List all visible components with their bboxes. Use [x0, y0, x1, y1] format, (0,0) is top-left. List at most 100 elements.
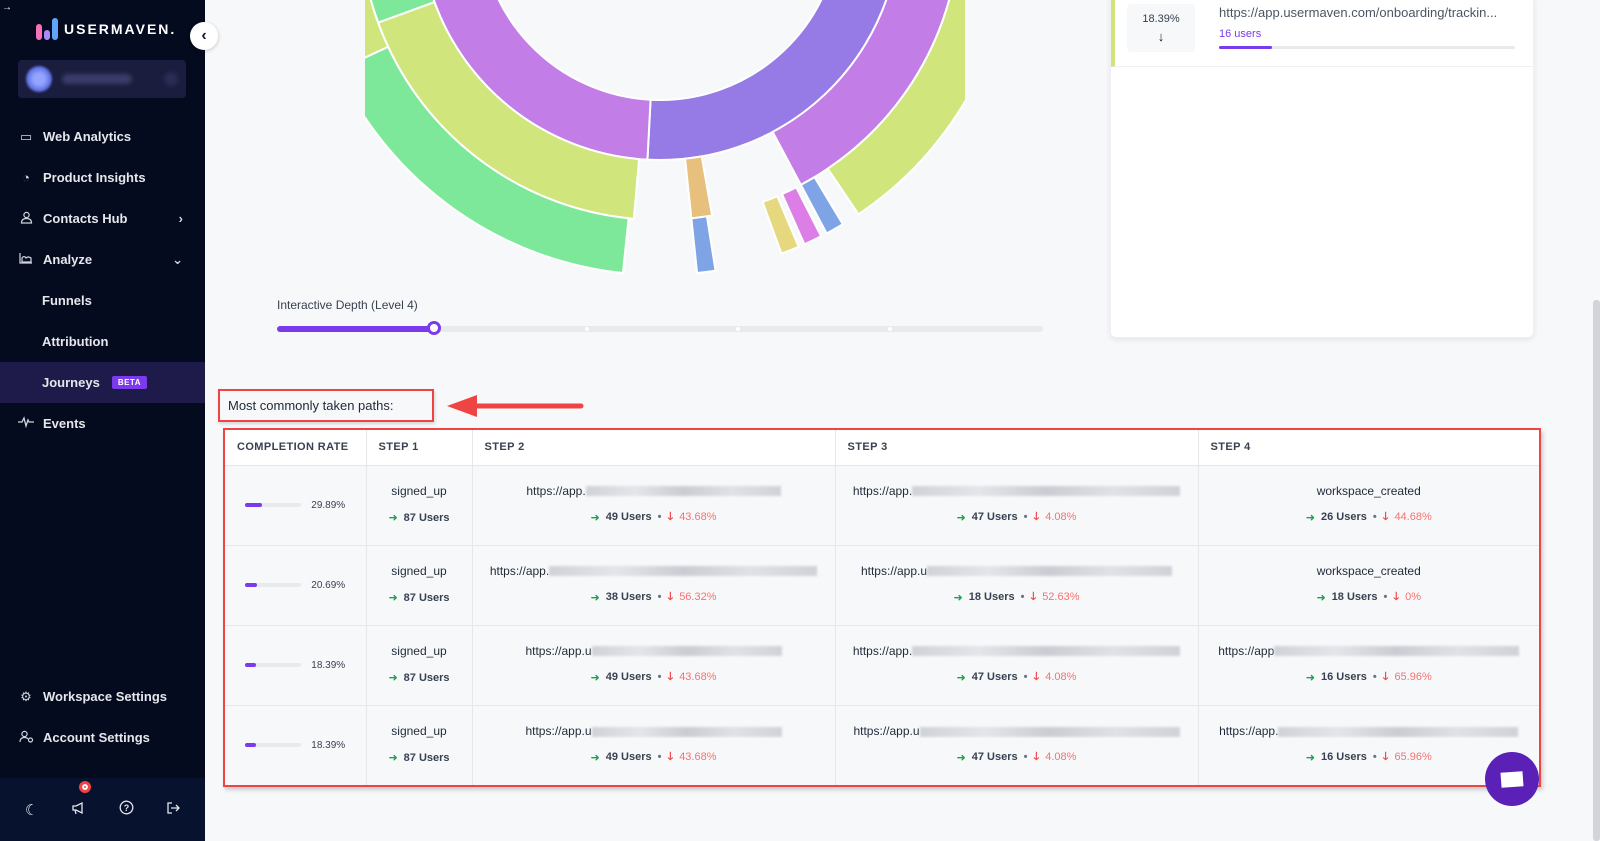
- sidebar-item-events[interactable]: Events: [0, 403, 205, 444]
- step-3-cell[interactable]: https://app.u ➜ 47 Users • 🡓 4.08%: [835, 705, 1199, 785]
- step-name-text: https://app.: [852, 483, 913, 498]
- chat-button[interactable]: [1485, 752, 1539, 806]
- step-name: signed_up: [367, 564, 472, 578]
- separator-dot: •: [1372, 671, 1377, 683]
- arrow-down-icon: ↓: [1157, 29, 1165, 44]
- sidebar-item-analyze[interactable]: Analyze ⌄: [0, 239, 205, 280]
- sunburst-ring-3-segment[interactable]: [683, 155, 714, 220]
- sidebar-item-funnels[interactable]: Funnels: [0, 280, 205, 321]
- sidebar-item-label: Account Settings: [43, 730, 150, 745]
- sidebar-item-product-insights[interactable]: ◔ Product Insights: [0, 157, 205, 198]
- step-4-cell[interactable]: https://app ➜ 16 Users • 🡓 65.96%: [1198, 625, 1539, 706]
- table-row[interactable]: 18.39% signed_up ➜ 87 Users https://app.u ➜ 49…: [225, 705, 1539, 785]
- arrow-right-icon: ➜: [590, 751, 600, 764]
- step-users: 26 Users: [1320, 511, 1367, 523]
- step-2-cell[interactable]: https://app. ➜ 38 Users • 🡓 56.32%: [472, 545, 836, 626]
- help-icon[interactable]: ?: [114, 800, 138, 819]
- step-name: https://app.u: [836, 564, 1198, 578]
- separator-dot: •: [657, 671, 662, 683]
- sidebar-item-attribution[interactable]: Attribution: [0, 321, 205, 362]
- workspace-switcher[interactable]: [18, 60, 186, 98]
- separator-dot: •: [1372, 751, 1377, 764]
- sidebar-item-account-settings[interactable]: Account Settings: [0, 717, 205, 758]
- brand-name: USERMAVEN.: [64, 21, 177, 37]
- step-1-cell[interactable]: signed_up ➜ 87 Users: [366, 465, 473, 546]
- step-1-cell[interactable]: signed_up ➜ 87 Users: [366, 545, 473, 626]
- arrow-down-icon: 🡓: [1030, 590, 1037, 603]
- step-name-text: signed_up: [391, 724, 447, 739]
- arrow-down-icon: 🡓: [1382, 750, 1389, 763]
- sidebar-item-web-analytics[interactable]: ▭ Web Analytics: [0, 116, 205, 157]
- completion-rate: 29.89%: [225, 500, 366, 511]
- arrow-down-icon: 🡓: [667, 750, 674, 763]
- step-name: https://app.: [473, 484, 835, 498]
- detail-percent-box: 18.39% ↓: [1127, 4, 1195, 52]
- journey-detail-row[interactable]: 18.39% ↓ https://app.usermaven.com/onboa…: [1111, 0, 1533, 67]
- table-row[interactable]: 18.39% signed_up ➜ 87 Users https://app.u ➜ 49…: [225, 625, 1539, 706]
- sidebar-item-contacts-hub[interactable]: Contacts Hub ›: [0, 198, 205, 239]
- step-users: 49 Users: [605, 751, 652, 764]
- arrow-down-icon: 🡓: [1033, 750, 1040, 763]
- journey-sunburst-chart[interactable]: [365, 0, 965, 290]
- step-name-text: https://app.u: [860, 563, 928, 578]
- table-row[interactable]: 29.89% signed_up ➜ 87 Users https://app. ➜ 49 …: [225, 465, 1539, 546]
- step-stats: ➜ 87 Users: [388, 511, 450, 525]
- depth-slider-handle[interactable]: [427, 321, 442, 335]
- completion-rate-cell: 29.89%: [225, 465, 367, 546]
- step-2-cell[interactable]: https://app. ➜ 49 Users • 🡓 43.68%: [472, 465, 836, 546]
- depth-slider-stop[interactable]: [736, 327, 741, 331]
- moon-icon[interactable]: ☾: [20, 801, 44, 819]
- main-content: Interactive Depth (Level 4) 18.39% ↓ htt…: [205, 0, 1600, 841]
- step-stats: ➜ 38 Users • 🡓 56.32%: [591, 588, 717, 607]
- step-users: 47 Users: [971, 751, 1018, 764]
- table-row[interactable]: 20.69% signed_up ➜ 87 Users https://app. ➜ 38 …: [225, 545, 1539, 626]
- step-2-cell[interactable]: https://app.u ➜ 49 Users • 🡓 43.68%: [472, 705, 836, 785]
- step-1-cell[interactable]: signed_up ➜ 87 Users: [366, 705, 473, 785]
- detail-url: https://app.usermaven.com/onboarding/tra…: [1219, 5, 1498, 20]
- completion-rate-bar-fill: [245, 583, 257, 587]
- step-users: 49 Users: [605, 671, 652, 683]
- step-stats: ➜ 87 Users: [388, 671, 449, 685]
- completion-rate: 18.39%: [225, 660, 366, 671]
- step-1-cell[interactable]: signed_up ➜ 87 Users: [366, 625, 473, 706]
- megaphone-icon[interactable]: [67, 780, 91, 819]
- step-name-text: workspace_created: [1316, 483, 1421, 498]
- step-name-text: signed_up: [391, 484, 447, 498]
- depth-slider-stop[interactable]: [585, 327, 590, 331]
- depth-label: Interactive Depth (Level 4): [277, 298, 418, 312]
- sunburst-ring-4-segment[interactable]: [690, 215, 717, 275]
- depth-slider[interactable]: [277, 321, 1043, 335]
- completion-rate-bar: [245, 663, 302, 667]
- logout-icon[interactable]: [161, 801, 185, 819]
- separator-dot: •: [657, 591, 662, 603]
- step-3-cell[interactable]: https://app.u ➜ 18 Users • 🡓 52.63%: [835, 545, 1199, 626]
- step-dropoff: 4.08%: [1045, 511, 1077, 523]
- step-users: 38 Users: [605, 591, 652, 603]
- depth-slider-stop[interactable]: [887, 327, 892, 331]
- step-users: 87 Users: [403, 511, 450, 524]
- collapse-sidebar-button[interactable]: ‹: [190, 22, 218, 50]
- step-stats: ➜ 47 Users • 🡓 4.08%: [957, 668, 1077, 687]
- step-name: https://app.: [836, 644, 1198, 658]
- step-3-cell[interactable]: https://app. ➜ 47 Users • 🡓 4.08%: [835, 625, 1199, 706]
- page-scrollbar[interactable]: [1593, 300, 1600, 841]
- step-3-cell[interactable]: https://app. ➜ 47 Users • 🡓 4.08%: [835, 465, 1199, 546]
- depth-slider-fill: [277, 326, 435, 332]
- workspace-menu-icon: [164, 72, 178, 86]
- step-users: 18 Users: [1331, 591, 1378, 603]
- sidebar-item-workspace-settings[interactable]: ⚙ Workspace Settings: [0, 676, 205, 717]
- completion-rate-bar: [245, 583, 302, 587]
- sidebar-item-label: Workspace Settings: [43, 689, 168, 704]
- arrow-right-icon: ➜: [1305, 751, 1315, 764]
- journey-detail-panel: 18.39% ↓ https://app.usermaven.com/onboa…: [1110, 0, 1534, 338]
- logo[interactable]: USERMAVEN.: [36, 18, 176, 40]
- step-4-cell[interactable]: workspace_created ➜ 26 Users • 🡓 44.68%: [1198, 465, 1539, 546]
- step-name-text: https://app.: [852, 643, 913, 658]
- redacted-url: [591, 646, 782, 657]
- step-name: https://app.: [473, 564, 835, 578]
- redacted-url: [549, 566, 818, 577]
- sidebar-item-journeys[interactable]: Journeys BETA: [0, 362, 205, 403]
- separator-dot: •: [1020, 591, 1025, 603]
- step-4-cell[interactable]: workspace_created ➜ 18 Users • 🡓 0%: [1198, 545, 1539, 626]
- step-2-cell[interactable]: https://app.u ➜ 49 Users • 🡓 43.68%: [472, 625, 836, 706]
